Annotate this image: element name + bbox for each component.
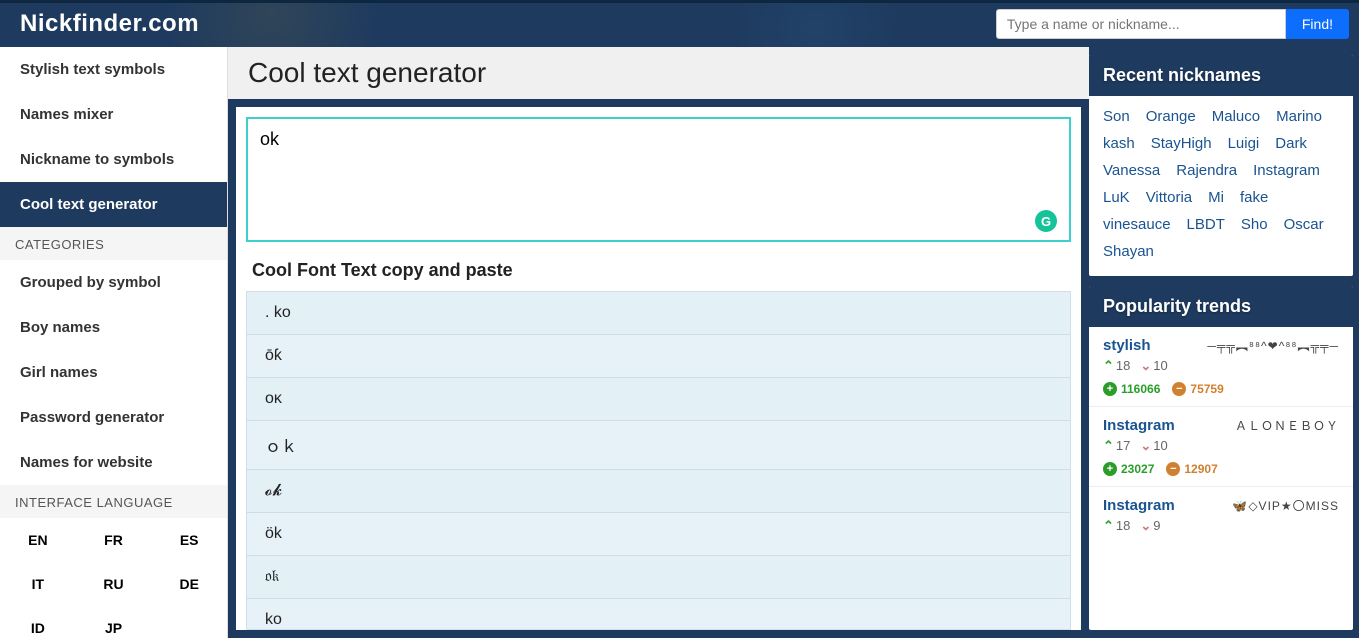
category-item-0[interactable]: Grouped by symbol	[0, 260, 227, 305]
trend-stats: 189	[1103, 518, 1339, 534]
lang-FR[interactable]: FR	[76, 518, 152, 562]
sidebar-item-0[interactable]: Stylish text symbols	[0, 47, 227, 92]
trend-name[interactable]: stylish	[1103, 337, 1151, 354]
search-input[interactable]	[996, 9, 1286, 39]
minus-icon: −	[1172, 382, 1186, 396]
trend-item: stylish ─╤╦︻⁸⁸^❤^⁸⁸︻╦╤─ 1810 +116066 −75759	[1089, 327, 1353, 406]
result-row[interactable]: . ko	[247, 292, 1070, 335]
recent-nickname[interactable]: Instagram	[1253, 162, 1320, 179]
recent-nickname[interactable]: StayHigh	[1151, 135, 1212, 152]
result-row[interactable]: 𝓸𝓴	[247, 470, 1070, 513]
recent-nickname[interactable]: kash	[1103, 135, 1135, 152]
recent-list: Son Orange Maluco Marino kash StayHigh Luigi Da…	[1103, 108, 1339, 260]
plus-icon: +	[1103, 382, 1117, 396]
result-row[interactable]: ｏｋ	[247, 421, 1070, 470]
trend-stats: 1810	[1103, 358, 1339, 374]
result-row[interactable]: oĸ	[247, 378, 1070, 421]
site-logo[interactable]: Nickfinder.com	[20, 10, 199, 38]
recent-nickname[interactable]: Vittoria	[1146, 189, 1192, 206]
category-item-2[interactable]: Girl names	[0, 350, 227, 395]
trends-panel: Popularity trends stylish ─╤╦︻⁸⁸^❤^⁸⁸︻╦╤─…	[1089, 286, 1353, 630]
recent-header: Recent nicknames	[1089, 55, 1353, 96]
result-row[interactable]: ōƙ	[247, 335, 1070, 378]
recent-nickname[interactable]: Vanessa	[1103, 162, 1160, 179]
vote-up[interactable]: +23027	[1103, 462, 1154, 476]
result-row[interactable]: 𝔬𝔨	[247, 556, 1070, 599]
plus-icon: +	[1103, 462, 1117, 476]
content: Cool text generator G Cool Font Text cop…	[228, 47, 1089, 638]
text-input-wrap: G	[246, 117, 1071, 242]
vote-down[interactable]: −12907	[1166, 462, 1217, 476]
lang-IT[interactable]: IT	[0, 562, 76, 606]
recent-nickname[interactable]: LBDT	[1187, 216, 1225, 233]
results-list[interactable]: . koōƙoĸｏｋ𝓸𝓴ök𝔬𝔨ko	[246, 291, 1071, 630]
recent-panel: Recent nicknames Son Orange Maluco Marino ka…	[1089, 55, 1353, 276]
recent-nickname[interactable]: Orange	[1146, 108, 1196, 125]
category-item-1[interactable]: Boy names	[0, 305, 227, 350]
language-header: INTERFACE LANGUAGE	[0, 485, 227, 518]
recent-nickname[interactable]: fake	[1240, 189, 1268, 206]
right-column: Recent nicknames Son Orange Maluco Marino ka…	[1089, 55, 1353, 630]
trend-item: Instagram ＡＬＯＮＥＢＯＹ 1710 +23027 −12907	[1089, 406, 1353, 486]
recent-nickname[interactable]: Dark	[1275, 135, 1307, 152]
lang-JP[interactable]: JP	[76, 606, 152, 638]
text-input[interactable]	[248, 119, 1069, 237]
recent-nickname[interactable]: Mi	[1208, 189, 1224, 206]
sidebar-item-3[interactable]: Cool text generator	[0, 182, 227, 227]
page-title-bar: Cool text generator	[228, 47, 1089, 99]
trends-list: stylish ─╤╦︻⁸⁸^❤^⁸⁸︻╦╤─ 1810 +116066 −75759 I…	[1089, 327, 1353, 544]
trend-stats: 1710	[1103, 438, 1339, 454]
result-row[interactable]: ök	[247, 513, 1070, 556]
category-item-3[interactable]: Password generator	[0, 395, 227, 440]
recent-nickname[interactable]: Oscar	[1284, 216, 1324, 233]
trend-name[interactable]: Instagram	[1103, 417, 1175, 434]
trend-item: Instagram 🦋◇VIP★〇MISS 189	[1089, 486, 1353, 544]
recent-nickname[interactable]: Rajendra	[1176, 162, 1237, 179]
trend-sample: ＡＬＯＮＥＢＯＹ	[1235, 417, 1339, 434]
lang-ES[interactable]: ES	[151, 518, 227, 562]
lang-RU[interactable]: RU	[76, 562, 152, 606]
recent-nickname[interactable]: Marino	[1276, 108, 1322, 125]
page-title: Cool text generator	[248, 57, 1069, 89]
minus-icon: −	[1166, 462, 1180, 476]
lang-EN[interactable]: EN	[0, 518, 76, 562]
category-item-4[interactable]: Names for website	[0, 440, 227, 485]
search-form: Find!	[996, 9, 1349, 39]
trend-sample: 🦋◇VIP★〇MISS	[1232, 497, 1339, 514]
trends-header: Popularity trends	[1089, 286, 1353, 327]
vote-up[interactable]: +116066	[1103, 382, 1160, 396]
trend-sample: ─╤╦︻⁸⁸^❤^⁸⁸︻╦╤─	[1207, 337, 1339, 354]
lang-empty-2-2	[151, 606, 227, 638]
sidebar: Stylish text symbolsNames mixerNickname …	[0, 47, 228, 638]
lang-DE[interactable]: DE	[151, 562, 227, 606]
sidebar-item-1[interactable]: Names mixer	[0, 92, 227, 137]
recent-nickname[interactable]: Maluco	[1212, 108, 1260, 125]
topbar: Nickfinder.com Find!	[0, 0, 1359, 47]
recent-nickname[interactable]: vinesauce	[1103, 216, 1171, 233]
lang-ID[interactable]: ID	[0, 606, 76, 638]
sidebar-item-2[interactable]: Nickname to symbols	[0, 137, 227, 182]
categories-header: CATEGORIES	[0, 227, 227, 260]
recent-nickname[interactable]: LuK	[1103, 189, 1130, 206]
result-row[interactable]: ko	[247, 599, 1070, 630]
recent-nickname[interactable]: Shayan	[1103, 243, 1154, 260]
recent-nickname[interactable]: Sho	[1241, 216, 1268, 233]
section-title: Cool Font Text copy and paste	[246, 256, 1071, 291]
find-button[interactable]: Find!	[1286, 9, 1349, 39]
recent-nickname[interactable]: Luigi	[1228, 135, 1260, 152]
vote-down[interactable]: −75759	[1172, 382, 1223, 396]
grammarly-icon[interactable]: G	[1035, 210, 1057, 232]
trend-name[interactable]: Instagram	[1103, 497, 1175, 514]
recent-nickname[interactable]: Son	[1103, 108, 1130, 125]
